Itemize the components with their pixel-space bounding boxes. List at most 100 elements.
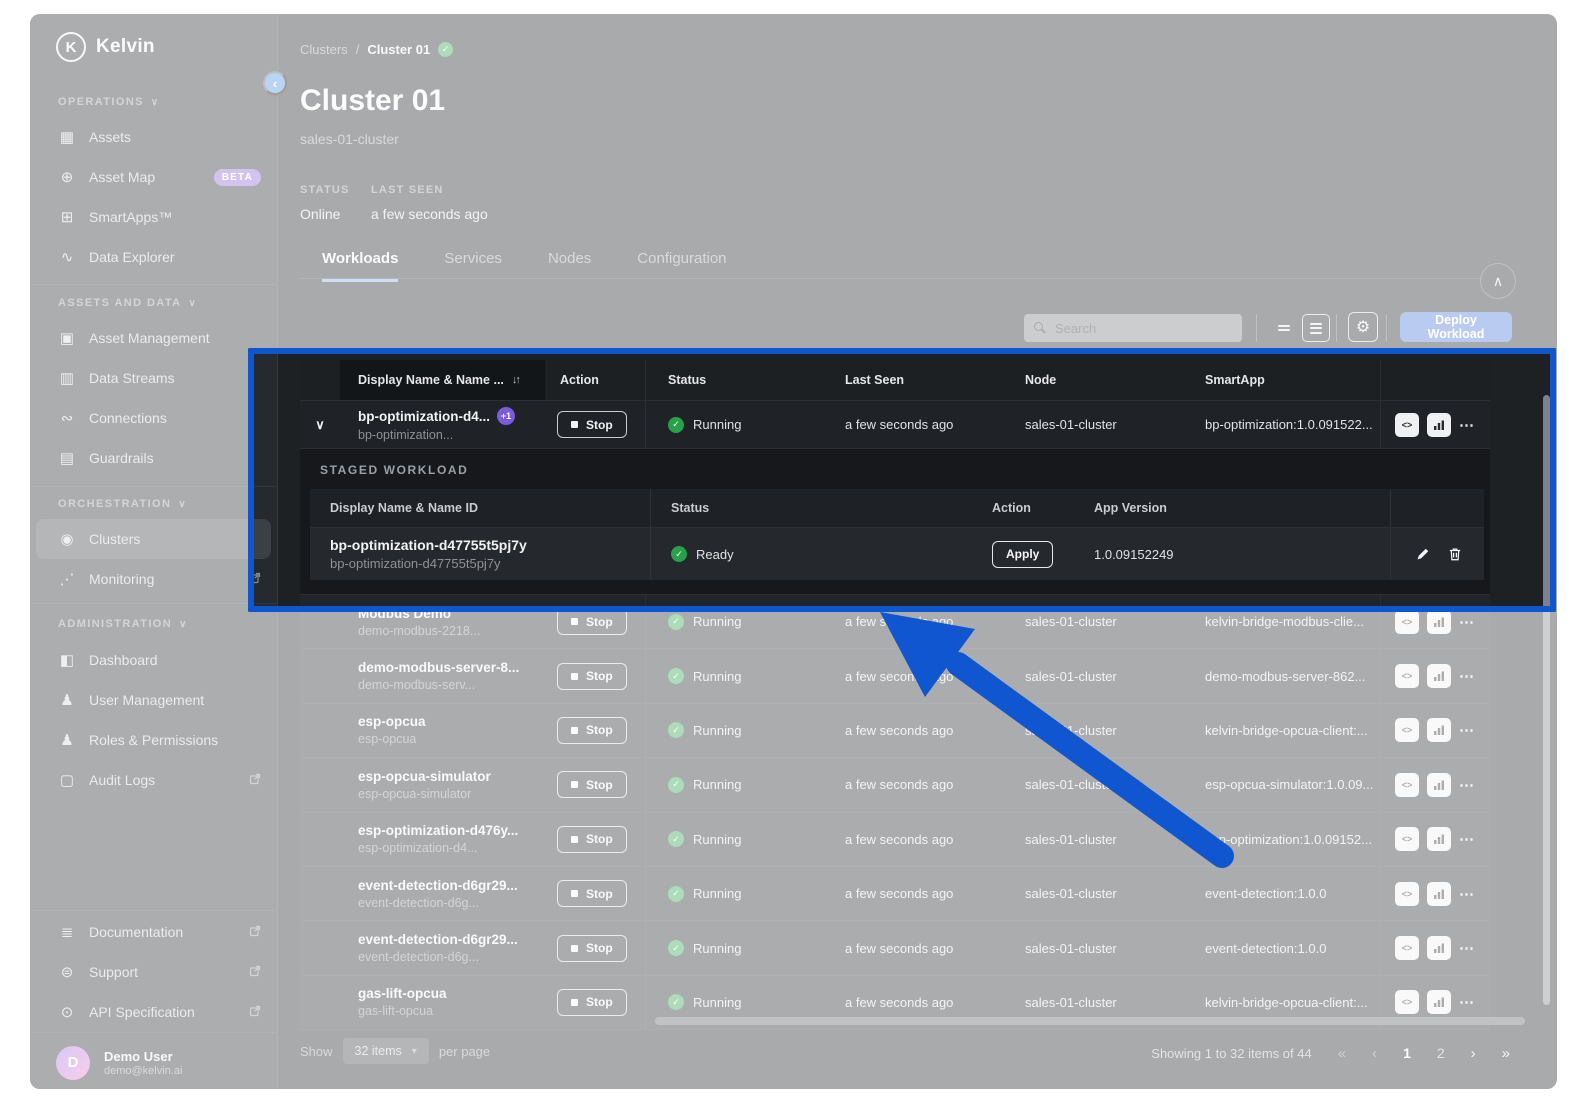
first-page-button[interactable]: «	[1338, 1045, 1346, 1062]
search-box	[1024, 314, 1242, 342]
stop-button[interactable]: Stop	[557, 880, 627, 907]
caret-down-icon: ▾	[412, 1046, 417, 1057]
metrics-icon[interactable]	[1427, 827, 1451, 851]
column-node[interactable]: Node	[1010, 360, 1190, 400]
more-actions-icon[interactable]: ⋯	[1459, 613, 1475, 631]
stop-button[interactable]: Stop	[557, 771, 627, 798]
staged-workload-section: STAGED WORKLOAD Display Name & Name ID S…	[300, 449, 1490, 595]
column-smartapp[interactable]: SmartApp	[1190, 360, 1380, 400]
more-actions-icon[interactable]: ⋯	[1459, 416, 1475, 434]
metrics-icon[interactable]	[1427, 773, 1451, 797]
page-1-button[interactable]: 1	[1403, 1045, 1411, 1061]
more-actions-icon[interactable]: ⋯	[1459, 830, 1475, 848]
column-last-seen[interactable]: Last Seen	[830, 360, 1010, 400]
code-icon[interactable]: <>	[1395, 882, 1419, 906]
collapse-row-icon[interactable]: ∨	[315, 417, 325, 433]
more-actions-icon[interactable]: ⋯	[1459, 993, 1475, 1011]
running-status-icon: ✓	[668, 777, 684, 793]
code-icon[interactable]: <>	[1395, 936, 1419, 960]
metrics-icon[interactable]	[1427, 882, 1451, 906]
pagination: Showing 1 to 32 items of 44 « ‹ 1 2 › »	[1151, 1038, 1510, 1068]
table-row[interactable]: event-detection-d6gr29...event-detection…	[300, 921, 1490, 975]
stop-button[interactable]: Stop	[557, 663, 627, 690]
running-status-icon: ✓	[668, 831, 684, 847]
table-row[interactable]: esp-optimization-d476y...esp-optimizatio…	[300, 813, 1490, 867]
code-icon[interactable]: <>	[1395, 990, 1419, 1014]
stop-button[interactable]: Stop	[557, 608, 627, 635]
code-icon[interactable]: <>	[1395, 718, 1419, 742]
table-row[interactable]: esp-opcuaesp-opcua Stop ✓Running a few s…	[300, 704, 1490, 758]
table-row[interactable]: esp-opcua-simulatoresp-opcua-simulator S…	[300, 758, 1490, 812]
staged-count-badge: +1	[497, 407, 515, 425]
table-row-expanded[interactable]: ∨ bp-optimization-d4...+1 bp-optimizatio…	[300, 401, 1490, 449]
more-actions-icon[interactable]: ⋯	[1459, 776, 1475, 794]
page-size-select[interactable]: 32 items ▾	[343, 1038, 429, 1064]
stop-button[interactable]: Stop	[557, 411, 627, 438]
metrics-icon[interactable]	[1427, 610, 1451, 634]
staged-column-display-name: Display Name & Name ID	[310, 489, 650, 527]
search-input[interactable]	[1053, 320, 1232, 337]
more-actions-icon[interactable]: ⋯	[1459, 939, 1475, 957]
table-row[interactable]: demo-modbus-server-8...demo-modbus-serv.…	[300, 649, 1490, 703]
stop-button[interactable]: Stop	[557, 826, 627, 853]
page-size-control: Show 32 items ▾ per page	[300, 1038, 490, 1064]
page: K Kelvin OPERATIONS ∨ ▦ Assets ⊕ Asset M…	[0, 0, 1580, 1120]
page-title: Cluster 01	[300, 84, 445, 118]
column-action[interactable]: Action	[545, 360, 645, 400]
table-settings-button[interactable]: ⚙	[1348, 312, 1378, 342]
stop-icon	[571, 836, 578, 843]
code-icon[interactable]: <>	[1395, 827, 1419, 851]
view-compact-button[interactable]	[1270, 314, 1298, 342]
stop-button[interactable]: Stop	[557, 717, 627, 744]
metrics-icon[interactable]	[1427, 936, 1451, 960]
column-status[interactable]: Status	[645, 360, 830, 400]
more-actions-icon[interactable]: ⋯	[1459, 667, 1475, 685]
code-icon[interactable]: <>	[1395, 413, 1419, 437]
next-page-button[interactable]: ›	[1471, 1045, 1476, 1062]
last-seen-label: LAST SEEN	[371, 184, 444, 196]
metrics-icon[interactable]	[1427, 718, 1451, 742]
apply-button[interactable]: Apply	[992, 541, 1053, 568]
status-label: STATUS	[300, 184, 350, 196]
code-icon[interactable]: <>	[1395, 664, 1419, 688]
vertical-scrollbar[interactable]	[1543, 395, 1550, 1005]
table-row[interactable]: event-detection-d6gr29...event-detection…	[300, 867, 1490, 921]
workloads-table: Display Name & Name ... ↓↑ Action Status…	[300, 360, 1490, 1030]
code-icon[interactable]: <>	[1395, 610, 1419, 634]
stop-icon	[571, 421, 578, 428]
table-row[interactable]: Modbus Demodemo-modbus-2218... Stop ✓Run…	[300, 595, 1490, 649]
stop-icon	[571, 618, 578, 625]
staged-workload-row[interactable]: bp-optimization-d47755t5pj7y bp-optimiza…	[310, 528, 1484, 580]
horizontal-scrollbar[interactable]	[655, 1017, 1525, 1025]
sidebar-collapse-button[interactable]: ‹	[263, 71, 287, 95]
code-icon[interactable]: <>	[1395, 773, 1419, 797]
sort-icon[interactable]: ↓↑	[512, 374, 519, 386]
divider	[1336, 314, 1337, 342]
more-actions-icon[interactable]: ⋯	[1459, 885, 1475, 903]
delete-icon[interactable]	[1448, 547, 1462, 562]
edit-icon[interactable]	[1415, 547, 1430, 562]
stop-icon	[571, 945, 578, 952]
divider	[1256, 314, 1257, 342]
prev-page-button[interactable]: ‹	[1372, 1045, 1377, 1062]
metrics-icon[interactable]	[1427, 664, 1451, 688]
per-page-label: per page	[439, 1044, 490, 1059]
staged-column-status: Status	[650, 489, 980, 527]
last-page-button[interactable]: »	[1502, 1045, 1510, 1062]
breadcrumb-clusters[interactable]: Clusters	[300, 42, 348, 57]
view-list-button[interactable]	[1302, 314, 1330, 342]
running-status-icon: ✓	[668, 614, 684, 630]
collapse-header-button[interactable]: ∧	[1480, 263, 1516, 299]
more-actions-icon[interactable]: ⋯	[1459, 721, 1475, 739]
metrics-icon[interactable]	[1427, 413, 1451, 437]
online-check-icon: ✓	[438, 42, 453, 57]
search-icon	[1034, 322, 1045, 334]
metrics-icon[interactable]	[1427, 990, 1451, 1014]
stop-icon	[571, 673, 578, 680]
column-display-name[interactable]: Display Name & Name ... ↓↑	[340, 360, 545, 400]
stop-button[interactable]: Stop	[557, 935, 627, 962]
stop-icon	[571, 781, 578, 788]
stop-button[interactable]: Stop	[557, 989, 627, 1016]
page-2-button[interactable]: 2	[1437, 1045, 1445, 1061]
deploy-workload-button[interactable]: Deploy Workload	[1400, 312, 1512, 342]
